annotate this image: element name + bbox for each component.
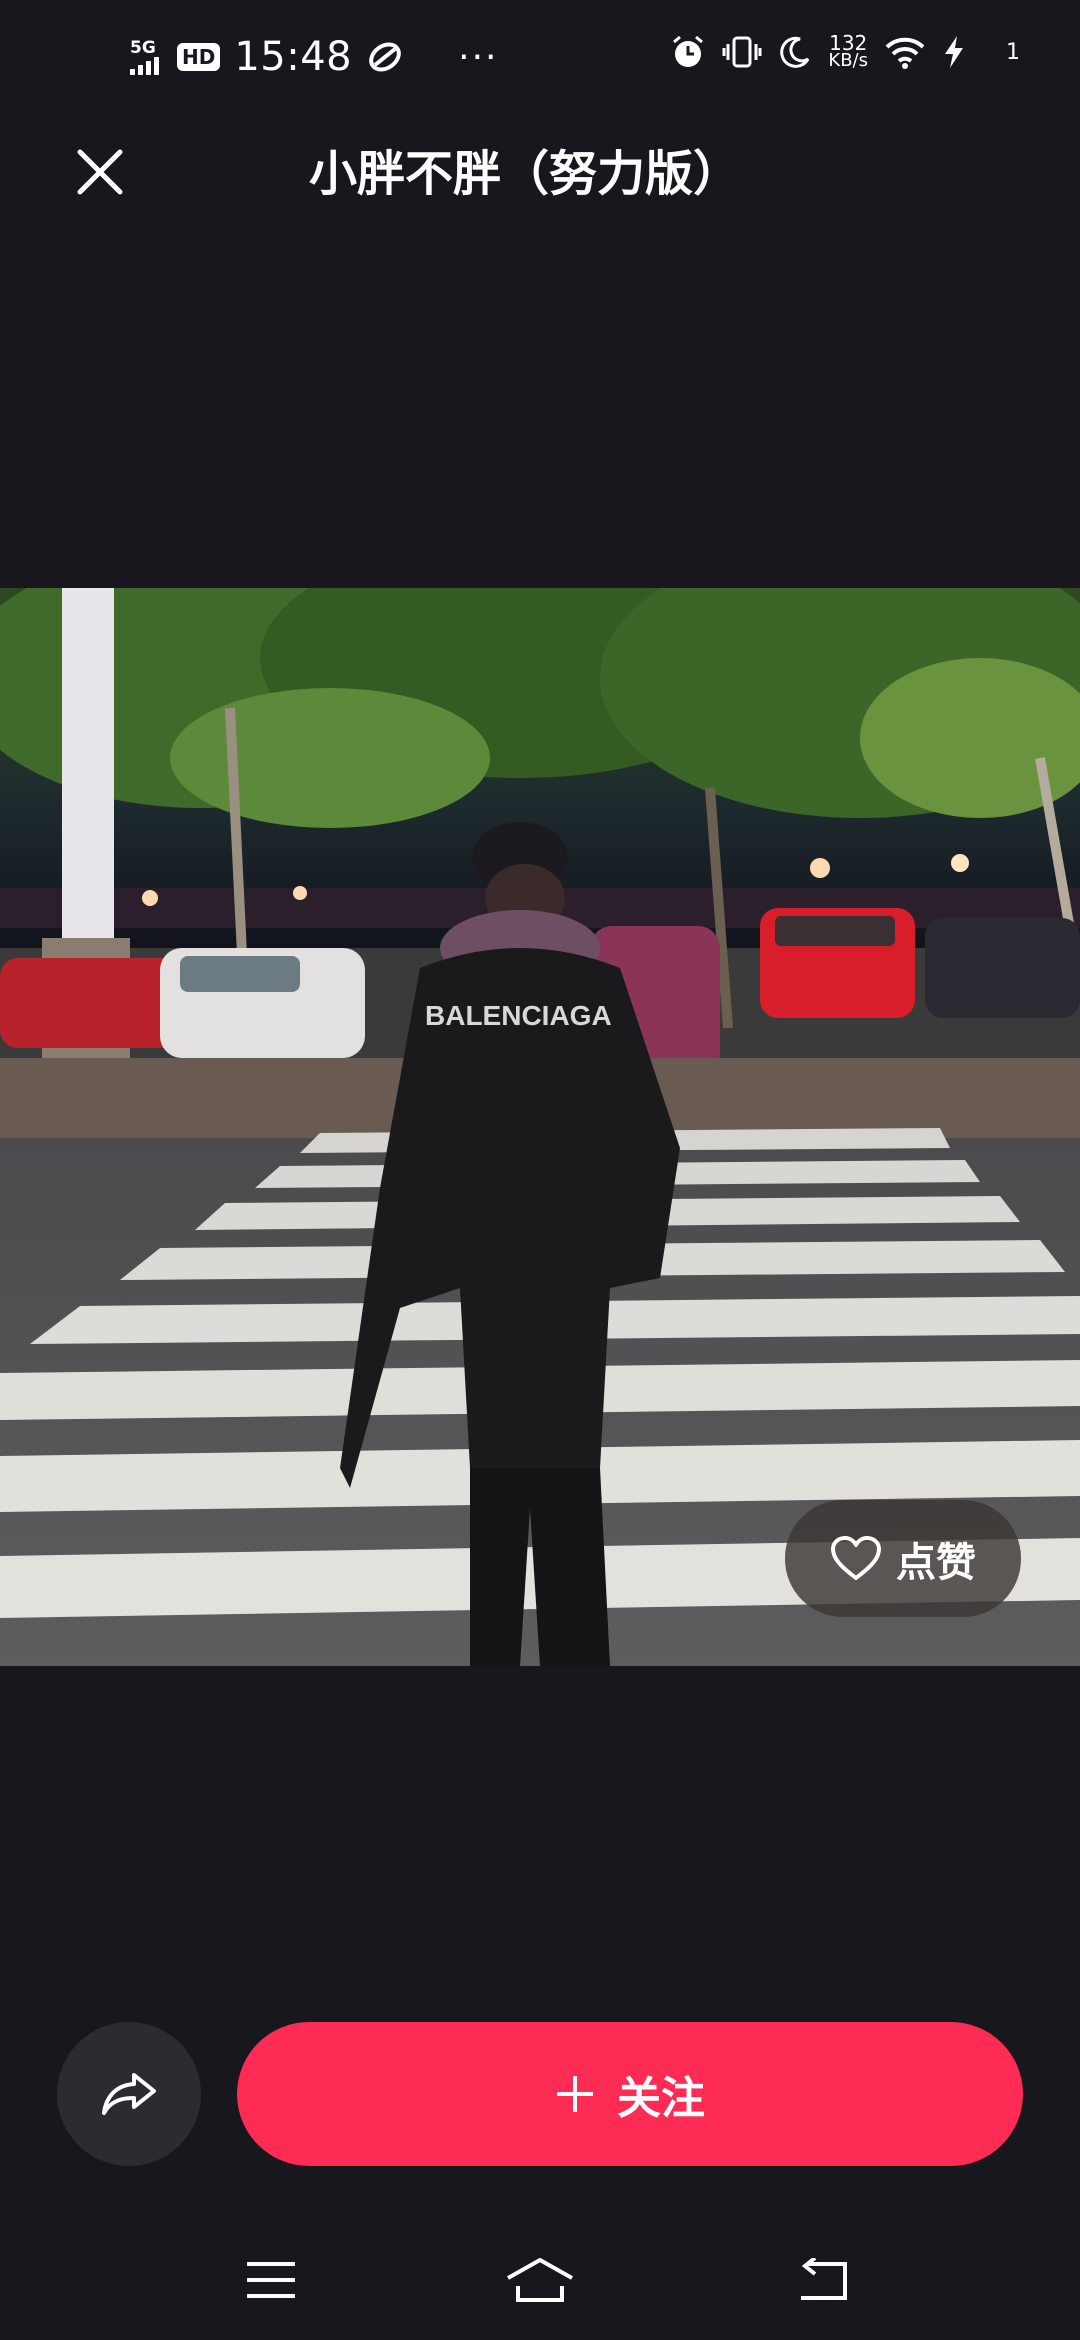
vibrate-icon: [722, 36, 762, 68]
like-button[interactable]: 点赞: [785, 1500, 1021, 1617]
home-icon: [507, 2258, 573, 2302]
status-left: 5G HD 15:48 ···: [130, 34, 498, 80]
follow-button[interactable]: 关注: [237, 2022, 1023, 2166]
hd-badge: HD: [177, 43, 221, 71]
wifi-icon: [885, 37, 925, 69]
heart-outline-icon: [831, 1535, 881, 1580]
follow-label: 关注: [617, 2073, 705, 2124]
back-icon: [801, 2258, 847, 2300]
status-time: 15:48: [234, 34, 353, 80]
battery-level: 1: [1006, 39, 1020, 65]
jacket-text: BALENCIAGA: [425, 1000, 612, 1031]
charging-bolt-icon: [945, 36, 963, 68]
share-button[interactable]: [57, 2022, 201, 2166]
back-button[interactable]: [778, 2250, 868, 2310]
alarm-icon: [673, 35, 704, 67]
status-bar: 5G HD 15:48 ··· 132 KB/s 1: [0, 0, 1080, 120]
network-speed-unit: KB/s: [828, 50, 868, 71]
signal-indicator: 5G: [130, 39, 159, 75]
do-not-disturb-moon-icon: [780, 36, 810, 68]
more-notifications-icon: ···: [458, 36, 499, 78]
signal-bars-icon: [130, 57, 159, 75]
status-right: 132 KB/s 1: [670, 33, 1020, 71]
page-title: 小胖不胖（努力版）: [308, 146, 741, 202]
network-type: 5G: [130, 38, 156, 58]
menu-icon: [247, 2262, 295, 2298]
app-notification-icon: [369, 42, 401, 72]
network-speed: 132 KB/s: [828, 33, 868, 71]
recent-apps-button[interactable]: [226, 2250, 316, 2310]
like-label: 点赞: [896, 1539, 976, 1586]
home-button[interactable]: [495, 2250, 585, 2310]
system-nav-bar: [0, 2220, 1080, 2340]
share-arrow-icon: [102, 2073, 156, 2115]
title-bar: 小胖不胖（努力版）: [0, 120, 1080, 210]
plus-icon: [557, 2076, 593, 2112]
